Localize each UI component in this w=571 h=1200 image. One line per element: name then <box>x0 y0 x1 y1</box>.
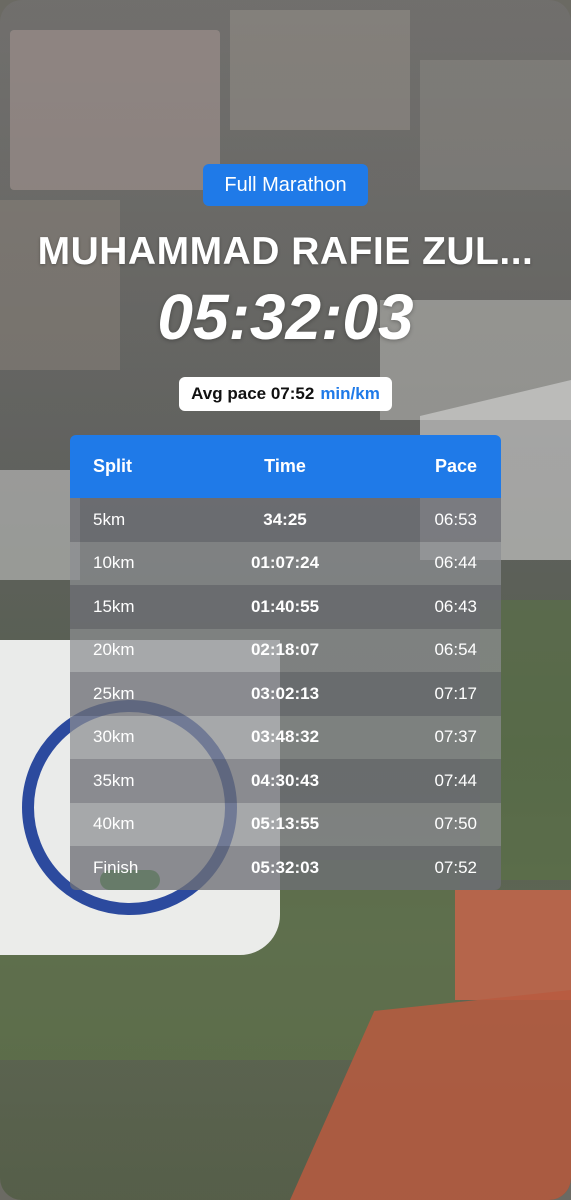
split-time: 05:13:55 <box>250 814 320 834</box>
table-row: 40km 05:13:55 07:50 <box>70 802 501 846</box>
splits-table: Split Time Pace 5km 34:25 06:53 10km 01:… <box>70 435 501 890</box>
split-pace: 07:50 <box>434 814 477 834</box>
split-label: Finish <box>93 857 139 877</box>
splits-table-header: Split Time Pace <box>70 435 501 498</box>
split-label: 15km <box>93 596 135 616</box>
table-row: 5km 34:25 06:53 <box>70 498 501 542</box>
category-badge: Full Marathon <box>203 164 368 206</box>
split-pace: 06:54 <box>434 640 477 660</box>
avg-pace-label: Avg pace 07:52 <box>191 384 315 403</box>
split-time: 02:18:07 <box>250 640 320 660</box>
table-row: 35km 04:30:43 07:44 <box>70 759 501 803</box>
split-pace: 06:43 <box>434 596 477 616</box>
roof-shape <box>455 890 571 1000</box>
split-label: 5km <box>93 509 126 529</box>
split-label: 10km <box>93 553 135 573</box>
runner-name: MUHAMMAD RAFIE ZUL... <box>37 230 534 273</box>
header-split: Split <box>93 456 132 476</box>
building-shape <box>420 60 571 190</box>
header-time: Time <box>264 456 306 476</box>
split-label: 20km <box>93 640 135 660</box>
table-row: 10km 01:07:24 06:44 <box>70 541 501 585</box>
split-time: 34:25 <box>263 509 307 529</box>
splits-table-body: 5km 34:25 06:53 10km 01:07:24 06:44 15km… <box>70 498 501 890</box>
split-label: 35km <box>93 770 135 790</box>
split-time: 03:48:32 <box>250 727 320 747</box>
split-pace: 07:44 <box>434 770 477 790</box>
split-pace: 06:44 <box>434 553 477 573</box>
finish-time: 05:32:03 <box>157 281 414 353</box>
avg-pace-pill: Avg pace 07:52 min/km <box>179 377 392 411</box>
header-pace: Pace <box>434 456 477 476</box>
split-label: 25km <box>93 683 135 703</box>
building-shape <box>230 10 410 130</box>
split-time: 01:40:55 <box>250 596 320 616</box>
split-time: 05:32:03 <box>250 857 320 877</box>
split-time: 01:07:24 <box>250 553 320 573</box>
building-shape <box>10 30 220 190</box>
table-row: Finish 05:32:03 07:52 <box>70 846 501 890</box>
split-time: 03:02:13 <box>250 683 320 703</box>
split-pace: 07:17 <box>434 683 477 703</box>
table-row: 15km 01:40:55 06:43 <box>70 585 501 629</box>
split-label: 30km <box>93 727 135 747</box>
split-pace: 06:53 <box>434 509 477 529</box>
avg-pace-unit: min/km <box>320 384 380 403</box>
split-pace: 07:52 <box>434 857 477 877</box>
tent-shape <box>0 470 80 580</box>
table-row: 20km 02:18:07 06:54 <box>70 628 501 672</box>
split-pace: 07:37 <box>434 727 477 747</box>
table-row: 25km 03:02:13 07:17 <box>70 672 501 716</box>
split-label: 40km <box>93 814 135 834</box>
split-time: 04:30:43 <box>250 770 320 790</box>
table-row: 30km 03:48:32 07:37 <box>70 715 501 759</box>
